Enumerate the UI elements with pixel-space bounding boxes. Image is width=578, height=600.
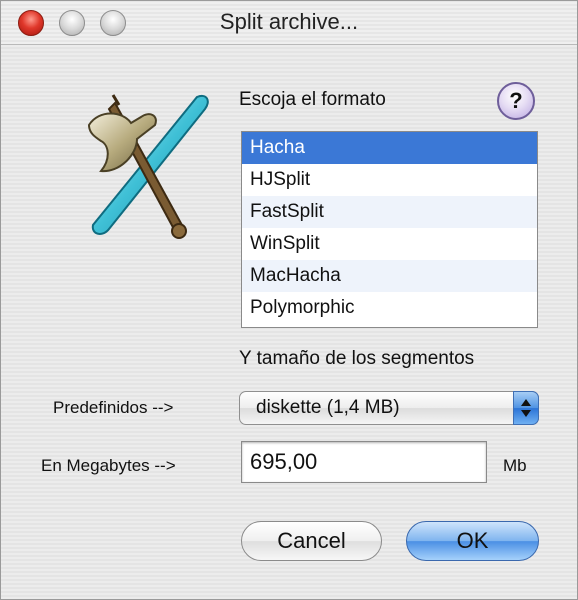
cancel-button[interactable]: Cancel xyxy=(241,521,382,561)
unit-label: Mb xyxy=(503,456,527,475)
axe-cross-logo xyxy=(87,94,209,239)
format-label: Escoja el formato xyxy=(239,89,386,110)
segments-heading: Y tamaño de los segmentos xyxy=(239,348,475,369)
list-item-fastsplit[interactable]: FastSplit xyxy=(242,196,537,228)
megabytes-input[interactable]: 695,00 xyxy=(241,441,487,483)
up-down-arrows-icon xyxy=(513,391,539,425)
split-archive-dialog: Split archive... Escoja el formato ? Hac… xyxy=(0,0,578,600)
list-item-polymorphic[interactable]: Polymorphic xyxy=(242,292,537,324)
title-bar: Split archive... xyxy=(1,1,577,45)
list-item-hacha[interactable]: Hacha xyxy=(242,132,537,164)
list-item-hjsplit[interactable]: HJSplit xyxy=(242,164,537,196)
list-item-winsplit[interactable]: WinSplit xyxy=(242,228,537,260)
format-list[interactable]: Hacha HJSplit FastSplit WinSplit MacHach… xyxy=(241,131,538,328)
window-title: Split archive... xyxy=(219,9,359,34)
predefined-size-popup[interactable]: diskette (1,4 MB) xyxy=(239,391,539,425)
ok-button[interactable]: OK xyxy=(406,521,539,561)
predefined-label: Predefinidos --> xyxy=(53,398,174,417)
help-icon[interactable]: ? xyxy=(497,82,535,120)
megabytes-label: En Megabytes --> xyxy=(41,456,176,475)
predefined-size-value: diskette (1,4 MB) xyxy=(256,397,400,418)
list-item-machacha[interactable]: MacHacha xyxy=(242,260,537,292)
